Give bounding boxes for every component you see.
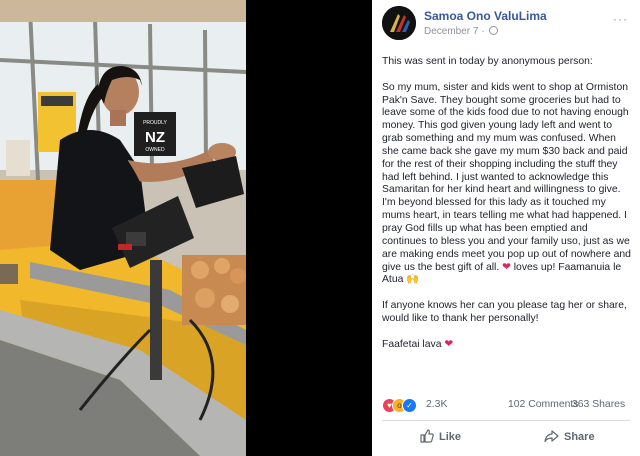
post-photo[interactable]: PROUDLY NZ OWNED — [0, 0, 372, 456]
post-header: Samoa Ono ValuLima December 7 · ··· — [382, 6, 632, 42]
sign-text-3: OWNED — [145, 147, 165, 153]
shares-count[interactable]: 363 Shares — [572, 399, 625, 410]
share-button[interactable]: Share — [544, 428, 595, 446]
comments-count[interactable]: 102 Comments — [508, 399, 578, 410]
share-arrow-icon — [544, 430, 559, 443]
post-closing-text: Faafetai lava — [382, 338, 442, 350]
globe-icon — [489, 26, 499, 35]
divider — [382, 420, 630, 421]
post-text: This was sent in today by anonymous pers… — [382, 56, 634, 364]
thumbs-up-icon — [420, 429, 434, 443]
post-panel: Samoa Ono ValuLima December 7 · ··· This… — [372, 0, 640, 456]
like-label: Like — [439, 431, 462, 443]
heart-icon: ❤ — [444, 338, 454, 350]
post-paragraph-1: This was sent in today by anonymous pers… — [382, 56, 593, 67]
post-stats: ♥ o ✓ 2.3K 102 Comments 363 Shares — [382, 398, 632, 414]
sign-text-1: PROUDLY — [143, 120, 167, 126]
avatar-image — [382, 6, 416, 40]
author-name[interactable]: Samoa Ono ValuLima — [424, 9, 547, 23]
meta-separator: · — [481, 26, 485, 37]
post-meta: December 7 · — [424, 26, 499, 37]
sign-text-2: NZ — [145, 129, 165, 146]
heart-icon: ❤ — [502, 261, 511, 273]
more-options-icon[interactable]: ··· — [613, 12, 628, 26]
avatar[interactable] — [382, 6, 416, 40]
post-paragraph-2: So my mum, sister and kids went to shop … — [382, 82, 634, 288]
post-date[interactable]: December 7 — [424, 26, 478, 37]
reaction-count[interactable]: 2.3K — [426, 399, 447, 410]
raised-hands-icon: 🙌 — [406, 274, 420, 286]
post-paragraph-3: If anyone knows her can you please tag h… — [382, 300, 627, 324]
share-label: Share — [564, 431, 595, 443]
post-closing: Faafetai lava ❤ — [382, 339, 634, 352]
like-button[interactable]: Like — [420, 428, 461, 446]
post-paragraph-2-text: So my mum, sister and kids went to shop … — [382, 81, 631, 273]
like-reaction-icon: ✓ — [402, 398, 417, 413]
cashier-photo: PROUDLY NZ OWNED — [0, 0, 372, 456]
